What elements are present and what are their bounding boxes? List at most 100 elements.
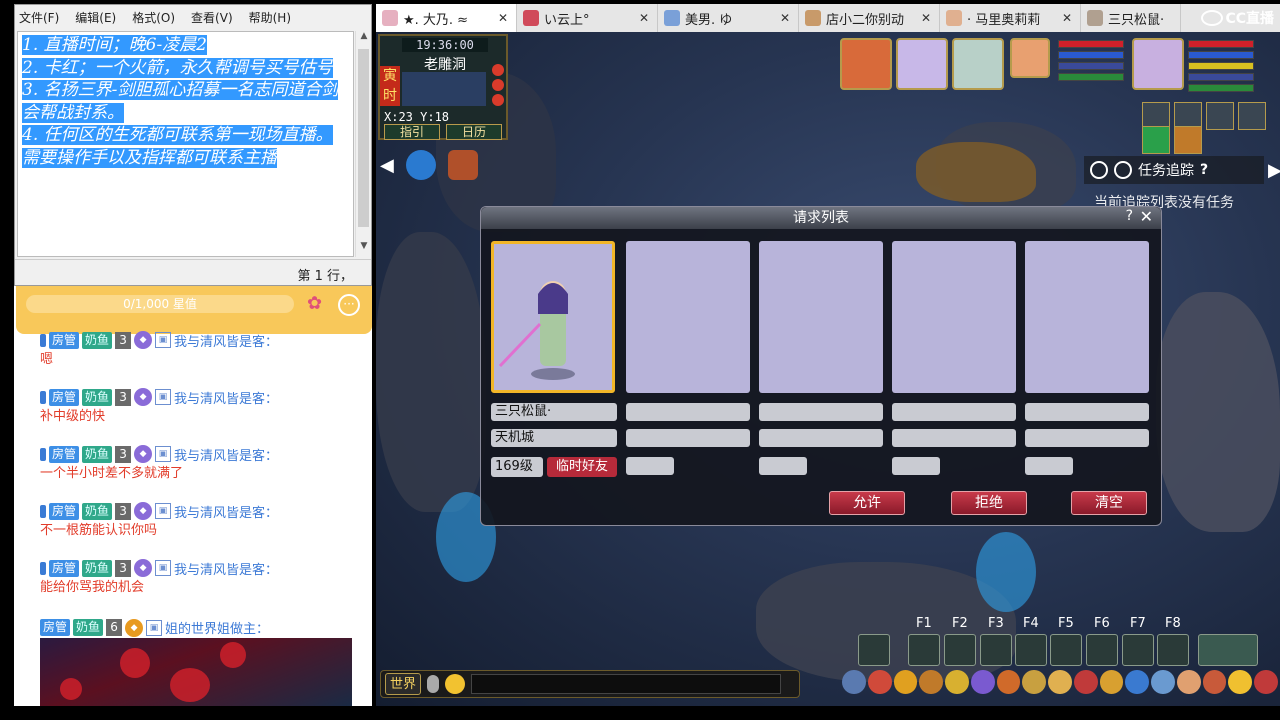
request-card-5[interactable] xyxy=(1025,241,1149,393)
stream-preview-image[interactable] xyxy=(40,638,352,706)
calendar-button[interactable]: 日历 xyxy=(446,124,502,140)
item-icon[interactable] xyxy=(996,670,1021,694)
chat-username[interactable]: 我与清风皆是客： xyxy=(174,559,278,578)
request-card-3[interactable] xyxy=(759,241,883,393)
notepad-text-area[interactable]: 1. 直播时间；晚6-凌晨2 2. 卡红；一个火箭，永久帮调号买号估号 3. 名扬三… xyxy=(17,31,354,257)
help-icon[interactable]: ? xyxy=(1200,162,1208,178)
fkey-label: F5 xyxy=(1058,616,1074,631)
chat-username[interactable]: 姐的世界姐做主： xyxy=(165,618,269,637)
menu-view[interactable]: 查看(V) xyxy=(191,9,233,26)
level-badge: 3 xyxy=(115,559,132,577)
collapse-arrow-icon[interactable]: ▶ xyxy=(1268,160,1280,181)
item-icon[interactable] xyxy=(1125,670,1150,694)
skill-slot[interactable] xyxy=(980,634,1012,666)
scroll-icon[interactable] xyxy=(447,150,478,180)
item-icon[interactable] xyxy=(842,670,866,694)
pet-portrait-1[interactable] xyxy=(840,38,892,90)
tab-3[interactable]: 美男. ゆ ✕ xyxy=(658,4,799,32)
logo-text: CC直播 xyxy=(1225,11,1274,27)
help-icon[interactable]: ? xyxy=(1126,208,1133,224)
pet-portrait-3[interactable] xyxy=(952,38,1004,90)
status-icon-3[interactable] xyxy=(1206,102,1234,130)
request-card-1[interactable] xyxy=(491,241,615,393)
left-arrow-icon[interactable]: ◀ xyxy=(380,155,394,176)
scroll-up-icon[interactable]: ▲ xyxy=(356,31,372,47)
item-icon[interactable] xyxy=(970,670,995,694)
skill-slot[interactable] xyxy=(858,634,890,666)
item-icon[interactable] xyxy=(1048,670,1072,694)
item-icon[interactable] xyxy=(1073,670,1098,694)
building-icon[interactable] xyxy=(1198,634,1258,666)
skill-slot[interactable] xyxy=(908,634,940,666)
status-icon-6[interactable] xyxy=(1174,126,1202,154)
gear-icon[interactable] xyxy=(1114,161,1132,179)
quest-tracker-header[interactable]: 任务追踪 ? xyxy=(1084,156,1264,184)
item-icon[interactable] xyxy=(1099,670,1124,694)
chat-username[interactable]: 我与清风皆是客： xyxy=(174,331,278,350)
menu-help[interactable]: 帮助(H) xyxy=(249,9,291,26)
game-viewport[interactable]: 19:36:00 老雕洞 寅时 X:23 Y:18 指引 日历 ◀ 任务追踪 ?… xyxy=(376,32,1280,706)
close-icon[interactable]: ✕ xyxy=(921,11,931,25)
skill-slot[interactable] xyxy=(944,634,976,666)
item-icon[interactable] xyxy=(1228,670,1253,694)
item-icon[interactable] xyxy=(1022,670,1047,694)
minimap-view[interactable] xyxy=(402,72,486,106)
tab-1[interactable]: ★. 大乃. ≈ ✕ xyxy=(376,4,517,32)
guide-button[interactable]: 指引 xyxy=(384,124,440,140)
allow-button[interactable]: 允许 xyxy=(829,491,905,515)
world-channel-button[interactable]: 世界 xyxy=(385,673,421,695)
close-icon[interactable]: ✕ xyxy=(639,11,649,25)
scroll-thumb[interactable] xyxy=(358,49,369,227)
notepad-scrollbar[interactable]: ▲ ▼ xyxy=(355,31,371,257)
pet-bars xyxy=(1058,40,1124,84)
item-icon[interactable] xyxy=(893,670,918,694)
item-icon[interactable] xyxy=(867,670,892,694)
pet-portrait-4[interactable] xyxy=(1010,38,1050,78)
chat-username[interactable]: 我与清风皆是客： xyxy=(174,445,278,464)
tab-6[interactable]: 三只松鼠· xyxy=(1081,4,1181,32)
tab-2[interactable]: い云上° ✕ xyxy=(517,4,658,32)
skill-slot[interactable] xyxy=(1086,634,1118,666)
request-card-4[interactable] xyxy=(892,241,1016,393)
status-icon-4[interactable] xyxy=(1238,102,1266,130)
menu-file[interactable]: 文件(F) xyxy=(19,9,59,26)
pet-portrait-2[interactable] xyxy=(896,38,948,90)
player-portrait[interactable] xyxy=(1132,38,1184,90)
skill-slot[interactable] xyxy=(1050,634,1082,666)
minimap-buttons: 指引 日历 xyxy=(384,124,502,140)
item-icon[interactable] xyxy=(919,670,944,694)
menu-edit[interactable]: 编辑(E) xyxy=(75,9,116,26)
room-icon: ▣ xyxy=(155,389,172,405)
tab-5[interactable]: · 马里奥莉莉 ✕ xyxy=(940,4,1081,32)
item-icon[interactable] xyxy=(1254,670,1279,694)
game-chat-input[interactable] xyxy=(471,674,781,694)
clear-button[interactable]: 清空 xyxy=(1071,491,1147,515)
flower-icon[interactable]: ✿ xyxy=(307,294,327,314)
skill-slot[interactable] xyxy=(1122,634,1154,666)
tab-4[interactable]: 店小二你别动 ✕ xyxy=(799,4,940,32)
chat-username[interactable]: 我与清风皆是客： xyxy=(174,388,278,407)
item-icon[interactable] xyxy=(1202,670,1227,694)
chat-username[interactable]: 我与清风皆是客： xyxy=(174,502,278,521)
scroll-down-icon[interactable]: ▼ xyxy=(356,241,372,257)
item-icon[interactable] xyxy=(945,670,969,694)
more-icon[interactable]: ··· xyxy=(338,294,360,316)
mic-icon[interactable] xyxy=(427,675,439,693)
item-icon[interactable] xyxy=(1176,670,1201,694)
refresh-icon[interactable] xyxy=(405,150,436,180)
skill-slot[interactable] xyxy=(1157,634,1189,666)
minimap-panel[interactable]: 19:36:00 老雕洞 寅时 X:23 Y:18 指引 日历 xyxy=(378,34,508,140)
close-icon[interactable]: ✕ xyxy=(1140,207,1153,226)
reject-button[interactable]: 拒绝 xyxy=(951,491,1027,515)
skill-slot[interactable] xyxy=(1015,634,1047,666)
emoji-icon[interactable] xyxy=(445,674,465,694)
request-card-2[interactable] xyxy=(626,241,750,393)
item-icon[interactable] xyxy=(1151,670,1175,694)
tab-title: ★. 大乃. ≈ xyxy=(403,12,469,28)
status-icon-5[interactable] xyxy=(1142,126,1170,154)
selected-text[interactable]: 1. 直播时间；晚6-凌晨2 2. 卡红；一个火箭，永久帮调号买号估号 3. 名扬三… xyxy=(22,35,339,168)
close-icon[interactable]: ✕ xyxy=(498,11,508,25)
close-icon[interactable]: ✕ xyxy=(1062,11,1072,25)
menu-format[interactable]: 格式(O) xyxy=(132,9,175,26)
close-icon[interactable]: ✕ xyxy=(780,11,790,25)
